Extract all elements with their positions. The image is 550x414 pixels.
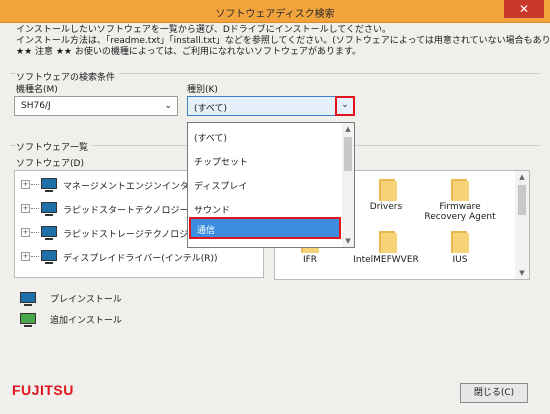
window-title: ソフトウェアディスク検索 xyxy=(215,9,335,20)
intro-text: インストールしたいソフトウェアを一覧から選び、Dドライブにインストールしてくださ… xyxy=(16,25,550,58)
model-value: SH76/J xyxy=(21,101,51,111)
dropdown-option[interactable]: サウンド xyxy=(194,203,230,216)
chevron-down-icon: ⌄ xyxy=(341,100,349,110)
folder-label: Firmware Recovery Agent xyxy=(424,202,496,222)
intro-line: インストールしたいソフトウェアを一覧から選び、Dドライブにインストールしてくださ… xyxy=(16,25,392,35)
scroll-up-icon[interactable]: ▲ xyxy=(342,123,354,135)
type-value: (すべて) xyxy=(194,104,228,114)
legend-label: プレインストール xyxy=(50,295,122,305)
title-bar: ソフトウェアディスク検索 ✕ xyxy=(0,0,550,23)
type-dropdown-button[interactable]: ⌄ xyxy=(335,96,355,116)
folder-icon[interactable] xyxy=(379,229,397,253)
dropdown-option-label: 通信 xyxy=(197,226,216,236)
scroll-up-icon[interactable]: ▲ xyxy=(515,171,529,183)
scroll-down-icon[interactable]: ▼ xyxy=(342,235,354,247)
legend-label: 追加インストール xyxy=(50,316,122,326)
folder-icon[interactable] xyxy=(451,177,469,201)
folder-icon[interactable] xyxy=(379,177,397,201)
scroll-down-icon[interactable]: ▼ xyxy=(515,267,529,279)
type-select[interactable]: (すべて) ⌄ xyxy=(187,96,355,116)
file-panel-scrollbar[interactable]: ▲ ▼ xyxy=(515,171,529,279)
monitor-icon xyxy=(41,250,57,264)
model-label: 機種名(M) xyxy=(16,85,58,95)
model-select[interactable]: SH76/J ⌄ xyxy=(14,96,178,116)
expand-icon[interactable]: + xyxy=(21,180,30,189)
dropdown-option-selected[interactable]: 通信 xyxy=(189,217,341,239)
expand-icon[interactable]: + xyxy=(21,252,30,261)
dropdown-option[interactable]: チップセット xyxy=(194,155,248,168)
monitor-icon xyxy=(41,202,57,216)
chevron-down-icon: ⌄ xyxy=(164,101,172,111)
intro-line: インストール方法は、「readme.txt」「install.txt」などを参照… xyxy=(16,36,550,46)
folder-icon[interactable] xyxy=(451,229,469,253)
dropdown-option[interactable]: (すべて) xyxy=(194,131,227,144)
type-dropdown-list[interactable]: (すべて) チップセット ディスプレイ サウンド 通信 ▲ ▼ xyxy=(187,122,355,248)
expand-icon[interactable]: + xyxy=(21,228,30,237)
window-close-button[interactable]: ✕ xyxy=(504,0,544,18)
tree-item-label: ディスプレイドライバー(インテル(R)) xyxy=(63,254,218,264)
monitor-add-icon xyxy=(20,313,36,327)
fujitsu-logo: FUJITSU xyxy=(12,382,74,398)
folder-label: IUS xyxy=(452,255,468,265)
software-label: ソフトウェア(D) xyxy=(16,159,84,169)
scroll-thumb[interactable] xyxy=(518,185,526,215)
expand-icon[interactable]: + xyxy=(21,204,30,213)
dropdown-scrollbar[interactable]: ▲ ▼ xyxy=(342,123,354,247)
monitor-icon xyxy=(20,292,36,306)
close-button[interactable]: 閉じる(C) xyxy=(460,383,528,403)
monitor-icon xyxy=(41,178,57,192)
scroll-thumb[interactable] xyxy=(344,137,352,171)
list-section-label: ソフトウェア一覧 xyxy=(16,140,93,153)
intro-line: ★★ 注意 ★★ お使いの機種によっては、ご利用になれないソフトウェアがあります… xyxy=(16,47,362,57)
type-label: 種別(K) xyxy=(187,85,218,95)
dropdown-option[interactable]: ディスプレイ xyxy=(194,179,247,192)
tree-item-label: マネージメントエンジンインター xyxy=(63,182,198,192)
monitor-icon xyxy=(41,226,57,240)
